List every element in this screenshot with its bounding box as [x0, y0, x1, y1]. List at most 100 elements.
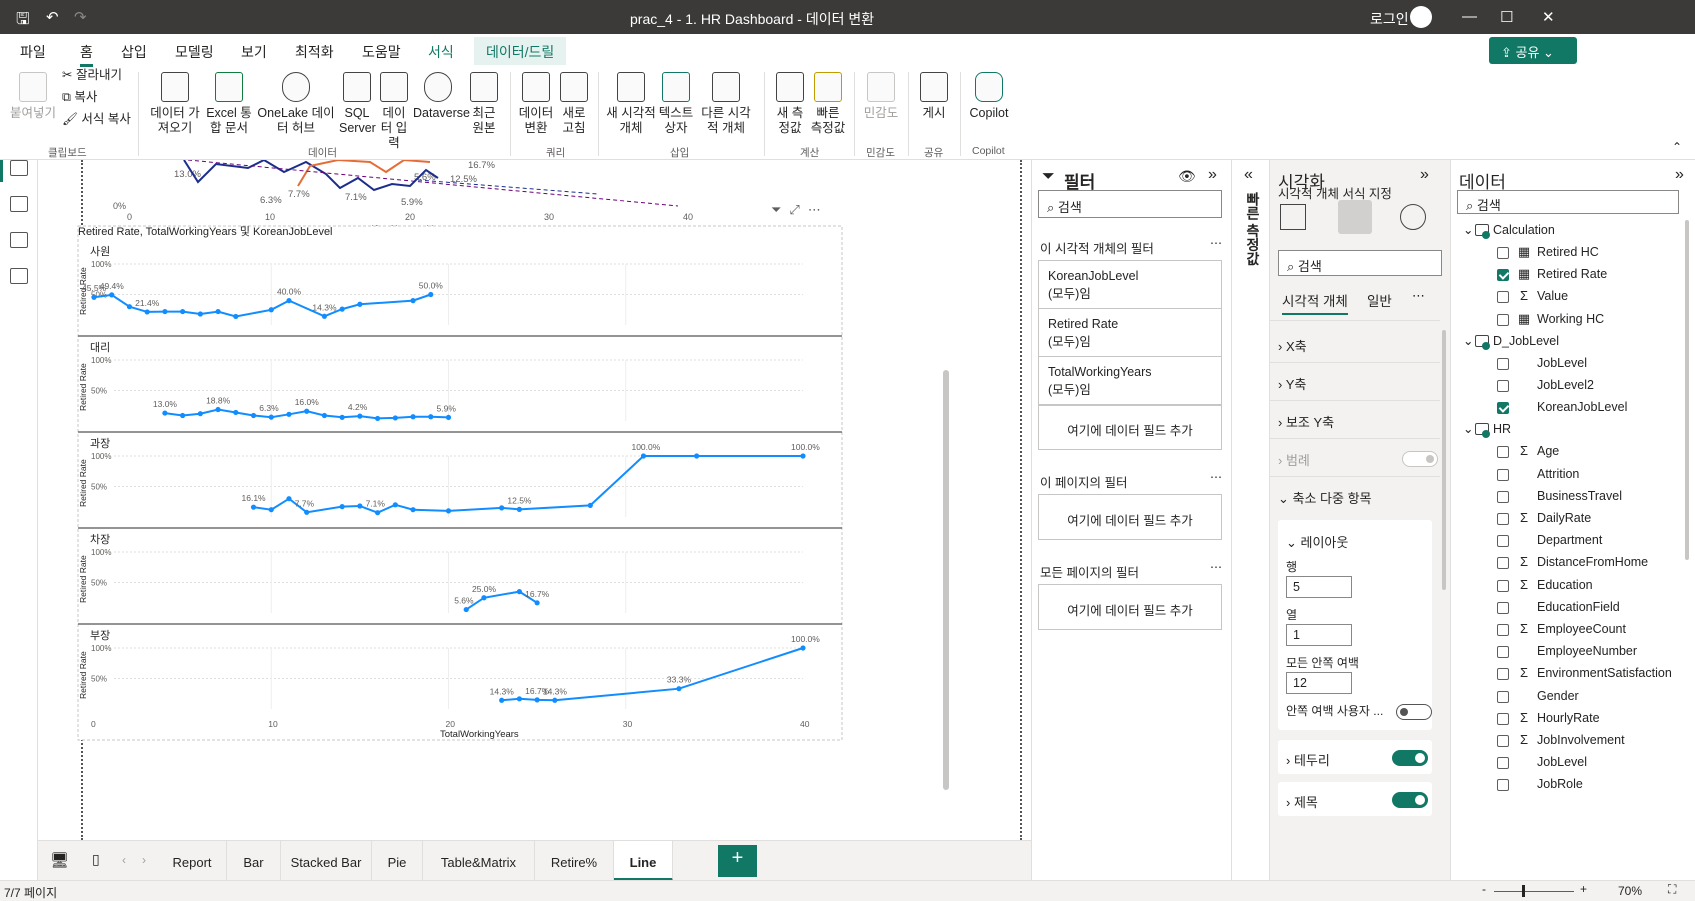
field-checkbox[interactable]: [1497, 779, 1509, 792]
more-options-icon[interactable]: ⋯: [1210, 470, 1222, 484]
enter-data-button[interactable]: 데이터 입력: [377, 72, 411, 151]
tab-optimize[interactable]: 최적화: [295, 42, 334, 62]
data-point[interactable]: [499, 505, 505, 511]
analytics-icon[interactable]: [1400, 204, 1426, 230]
get-data-button[interactable]: 데이터 가져오기: [150, 72, 200, 136]
data-point[interactable]: [445, 414, 452, 421]
field-item[interactable]: Attrition: [1451, 464, 1681, 486]
field-item[interactable]: Department: [1451, 530, 1681, 552]
filter-search-input[interactable]: ⌕ 검색: [1038, 190, 1222, 218]
user-avatar-icon[interactable]: [1410, 6, 1432, 28]
data-point[interactable]: [250, 412, 257, 419]
field-checkbox[interactable]: [1497, 380, 1509, 392]
mobile-layout-icon[interactable]: ▯: [92, 851, 100, 868]
field-checkbox[interactable]: [1497, 513, 1509, 525]
field-checkbox[interactable]: [1497, 735, 1509, 747]
dax-query-view-icon[interactable]: [10, 268, 28, 284]
field-checkbox[interactable]: [1497, 601, 1509, 614]
copilot-button[interactable]: Copilot: [966, 72, 1012, 121]
dataverse-button[interactable]: Dataverse: [413, 72, 470, 121]
data-point[interactable]: [250, 504, 257, 510]
redo-icon[interactable]: ↷: [74, 8, 87, 26]
add-page-button[interactable]: +: [718, 845, 757, 877]
data-point[interactable]: [268, 507, 274, 513]
field-checkbox[interactable]: [1497, 712, 1509, 725]
field-checkbox[interactable]: [1497, 291, 1509, 304]
tab-data-drill[interactable]: 데이터/드릴: [474, 37, 567, 65]
more-options-icon[interactable]: ⋯: [1210, 560, 1222, 574]
tab-visual[interactable]: 시각적 개체: [1282, 290, 1348, 315]
table-calculation[interactable]: ⌄ Calculation: [1463, 220, 1683, 242]
scroll-right-icon[interactable]: ›: [142, 853, 146, 867]
data-point[interactable]: [162, 410, 168, 416]
field-item[interactable]: Σ EmployeeCount: [1451, 619, 1681, 641]
field-checkbox[interactable]: [1497, 269, 1509, 282]
columns-input[interactable]: 1: [1286, 624, 1352, 646]
field-item[interactable]: ▦ Working HC: [1451, 309, 1681, 331]
tab-view[interactable]: 보기: [241, 42, 267, 62]
page-tab-stacked-bar[interactable]: Stacked Bar: [281, 841, 372, 881]
section-secondary-y-axis[interactable]: › 보조 Y축: [1278, 412, 1334, 431]
data-point[interactable]: [375, 415, 381, 422]
chevron-down-icon[interactable]: ⌄: [1463, 222, 1473, 237]
section-legend[interactable]: › 범례: [1278, 450, 1310, 469]
data-point[interactable]: [357, 503, 363, 509]
maximize-icon[interactable]: ☐: [1500, 8, 1513, 26]
page-tab-retire-pct[interactable]: Retire%: [535, 841, 614, 881]
tab-home[interactable]: 홈: [80, 42, 93, 67]
tab-format[interactable]: 서식: [428, 42, 454, 62]
page-tab-bar-chart[interactable]: Bar: [227, 841, 281, 881]
field-item[interactable]: ▦ Retired HC: [1451, 242, 1681, 264]
field-item[interactable]: Σ JobInvolvement: [1451, 730, 1681, 752]
data-point[interactable]: [339, 414, 345, 420]
field-checkbox[interactable]: [1497, 668, 1509, 681]
filter-card-retired-rate[interactable]: Retired Rate (모두)임: [1038, 308, 1222, 358]
desktop-layout-icon[interactable]: 🖥: [50, 851, 69, 869]
data-point[interactable]: [180, 412, 186, 419]
data-point[interactable]: [215, 308, 221, 315]
field-item[interactable]: EmployeeNumber: [1451, 641, 1681, 663]
data-point[interactable]: [268, 307, 274, 313]
data-point[interactable]: [375, 510, 381, 516]
collapse-viz-icon[interactable]: »: [1420, 166, 1429, 184]
report-view-icon[interactable]: [10, 160, 28, 176]
field-item[interactable]: Σ EnvironmentSatisfaction: [1451, 663, 1681, 685]
data-point[interactable]: [410, 298, 416, 304]
tab-file[interactable]: 파일: [20, 42, 46, 62]
data-point[interactable]: [587, 502, 593, 509]
table-view-icon[interactable]: [10, 196, 28, 212]
field-checkbox[interactable]: [1497, 446, 1509, 459]
section-y-axis[interactable]: › Y축: [1278, 374, 1306, 393]
data-point[interactable]: [640, 453, 647, 459]
section-x-axis[interactable]: › X축: [1278, 336, 1307, 355]
page-tab-report[interactable]: Report: [158, 841, 227, 881]
data-point[interactable]: [445, 508, 452, 514]
data-point[interactable]: [357, 301, 363, 307]
data-search-input[interactable]: ⌕ 검색: [1457, 190, 1679, 214]
undo-icon[interactable]: ↶: [46, 8, 59, 26]
title-toggle[interactable]: [1392, 792, 1428, 808]
tab-insert[interactable]: 삽입: [121, 42, 147, 62]
collapse-ribbon-icon[interactable]: ⌃: [1672, 140, 1682, 154]
data-point[interactable]: [481, 595, 487, 601]
data-point[interactable]: [144, 309, 150, 315]
data-point[interactable]: [410, 414, 416, 420]
transform-data-button[interactable]: 데이터 변환: [518, 72, 554, 136]
expand-icon[interactable]: «: [1244, 166, 1253, 184]
field-checkbox[interactable]: [1497, 402, 1509, 415]
field-item[interactable]: BusinessTravel: [1451, 486, 1681, 508]
data-point[interactable]: [304, 408, 310, 414]
data-point[interactable]: [162, 308, 168, 315]
data-point[interactable]: [392, 502, 398, 508]
data-point[interactable]: [534, 600, 540, 606]
field-item[interactable]: Σ DistanceFromHome: [1451, 552, 1681, 574]
scroll-left-icon[interactable]: ‹: [122, 853, 126, 867]
login-link[interactable]: 로그인: [1370, 9, 1409, 29]
data-point[interactable]: [268, 414, 274, 420]
more-options-icon[interactable]: ⋯: [808, 202, 829, 217]
field-checkbox[interactable]: [1497, 247, 1509, 259]
sensitivity-button[interactable]: 민감도: [862, 72, 900, 121]
chevron-down-icon[interactable]: ⌄: [1463, 421, 1473, 436]
data-point[interactable]: [233, 313, 239, 320]
data-point[interactable]: [304, 509, 310, 515]
